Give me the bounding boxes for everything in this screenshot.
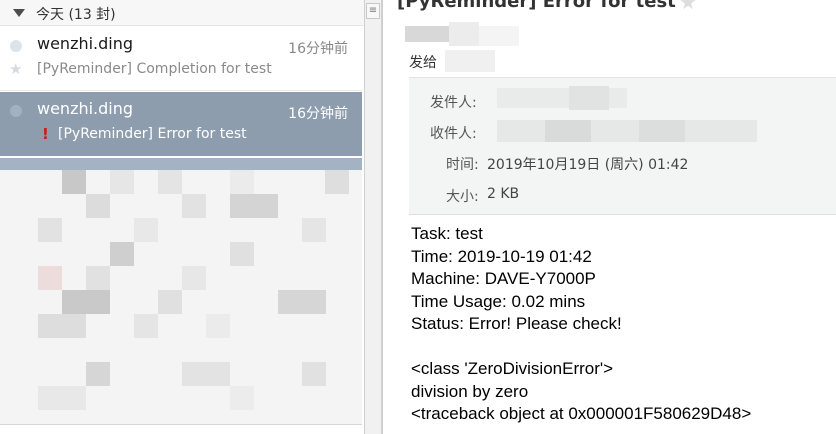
mail-subject: [PyReminder] Error for test [58, 126, 247, 142]
redacted-mail-list [0, 158, 362, 424]
mail-sender: wenzhi.ding [37, 34, 134, 53]
reading-pane: [PyReminder] Error for test ★ 发给 发件人: 收件… [382, 0, 836, 434]
body-line: <traceback object at 0x000001F580629D48> [411, 404, 752, 423]
mail-body: Task: test Time: 2019-10-19 01:42 Machin… [411, 223, 751, 426]
body-line: Status: Error! Please check! [411, 314, 622, 333]
exclamation-icon: ! [42, 125, 49, 143]
mail-list-pane: 今天 (13 封) ★ wenzhi.ding 16分钟前 [PyReminde… [0, 0, 364, 434]
star-icon[interactable]: ★ [679, 0, 697, 14]
mail-time: 16分钟前 [288, 106, 348, 122]
body-line: division by zero [411, 381, 529, 401]
mail-list-item-selected[interactable]: ! wenzhi.ding 16分钟前 [PyReminder] Error f… [0, 92, 362, 156]
mail-time: 16分钟前 [288, 41, 348, 57]
redacted-to [497, 120, 757, 142]
body-line: Machine: DAVE-Y7000P [411, 269, 596, 288]
body-line: Task: test [411, 224, 483, 243]
recipient-prefix: 发给 [409, 55, 437, 71]
body-line-blank [411, 336, 751, 359]
date-group-label: 今天 (13 封) [36, 7, 116, 23]
mail-title: [PyReminder] Error for test [397, 0, 676, 12]
redacted-to [545, 120, 591, 142]
redacted-recipient [445, 50, 495, 72]
time-value: 2019年10月19日 (周六) 01:42 [487, 157, 689, 173]
redacted-from [569, 86, 609, 110]
from-label: 发件人: [430, 95, 477, 111]
mail-sender: wenzhi.ding [37, 99, 134, 118]
menu-icon[interactable]: ≡ [366, 3, 380, 19]
size-value: 2 KB [487, 186, 520, 202]
mail-list-item[interactable]: ★ wenzhi.ding 16分钟前 [PyReminder] Complet… [0, 27, 362, 91]
redacted-sender-name [479, 26, 519, 46]
to-label: 收件人: [430, 126, 477, 142]
body-line: Time Usage: 0.02 mins [411, 291, 586, 311]
body-line: <class 'ZeroDivisionError'> [411, 359, 614, 378]
time-label: 时间: [446, 157, 479, 173]
unread-dot-icon[interactable] [10, 40, 22, 52]
size-label: 大小: [446, 189, 479, 205]
redacted-sender-name [405, 26, 449, 42]
body-line: Time: 2019-10-19 01:42 [411, 246, 592, 266]
date-group-header[interactable]: 今天 (13 封) [0, 0, 364, 26]
pane-splitter[interactable]: ≡ [364, 0, 382, 434]
unread-dot-icon[interactable] [10, 105, 22, 117]
mail-subject: [PyReminder] Completion for test [37, 61, 272, 77]
redacted-sender-name [449, 22, 479, 46]
list-divider [0, 424, 362, 425]
redacted-to [639, 120, 685, 142]
mail-header-box: 发件人: 收件人: 时间: 2019年10月19日 (周六) 01:42 大小:… [409, 77, 836, 215]
star-icon[interactable]: ★ [9, 62, 22, 77]
triangle-down-icon[interactable] [13, 9, 25, 17]
